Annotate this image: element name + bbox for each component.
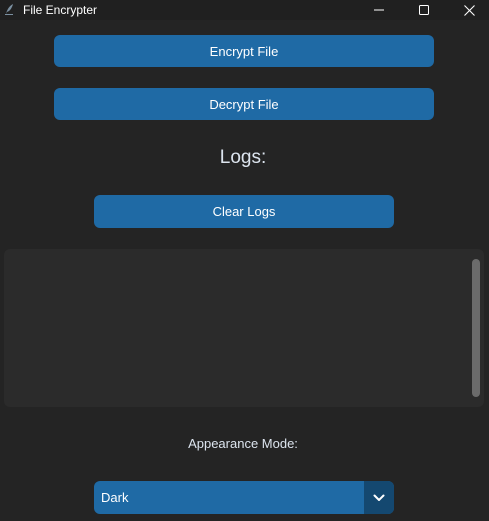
encrypt-file-button[interactable]: Encrypt File (54, 35, 434, 67)
log-textbox[interactable] (4, 249, 484, 407)
appearance-mode-dropdown[interactable]: Dark (94, 481, 394, 514)
close-icon (463, 4, 475, 16)
dropdown-arrow-button[interactable] (364, 481, 394, 514)
clear-logs-button[interactable]: Clear Logs (94, 195, 394, 228)
close-button[interactable] (447, 0, 489, 20)
logs-heading: Logs: (219, 147, 267, 168)
chevron-down-icon (373, 494, 385, 501)
maximize-button[interactable] (402, 0, 446, 20)
feather-icon (5, 4, 13, 15)
minimize-icon (374, 9, 384, 11)
decrypt-file-button[interactable]: Decrypt File (54, 88, 434, 120)
window-title: File Encrypter (23, 3, 98, 17)
dropdown-selected-value: Dark (101, 490, 129, 505)
maximize-icon (419, 5, 429, 15)
appearance-mode-label: Appearance Mode: (188, 436, 298, 451)
title-bar: File Encrypter (0, 0, 489, 20)
log-scrollbar[interactable] (472, 259, 480, 397)
minimize-button[interactable] (357, 0, 401, 20)
